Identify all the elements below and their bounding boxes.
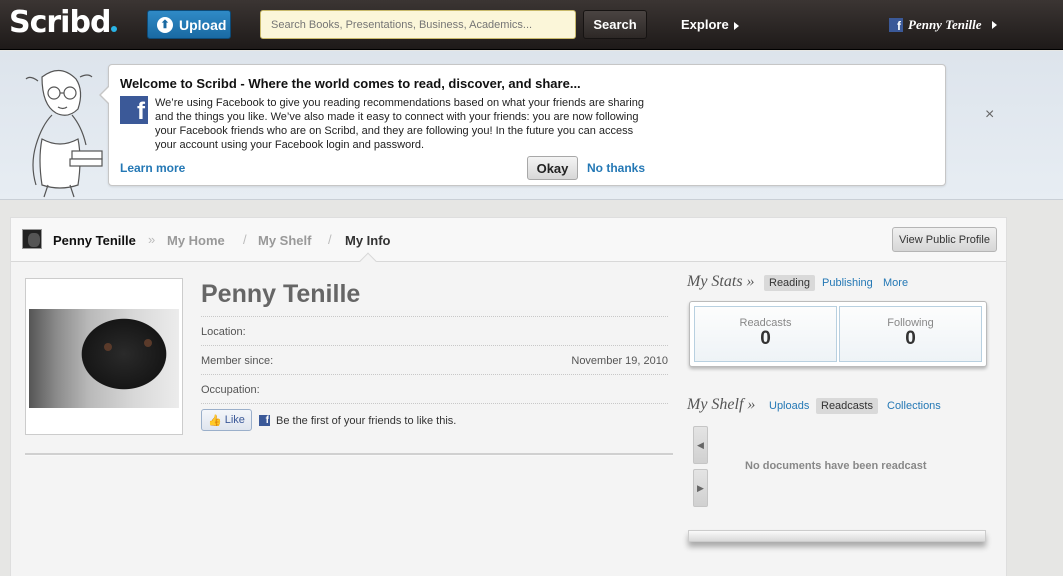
nav-separator: /: [243, 232, 247, 247]
logo-dot: [111, 26, 118, 32]
profile-nav: Penny Tenille » My Home / My Shelf / My …: [11, 218, 1006, 270]
nav-user-name[interactable]: Penny Tenille: [53, 233, 136, 248]
member-since-row: Member since: November 19, 2010: [201, 345, 668, 373]
search-input[interactable]: [260, 10, 576, 39]
stats-box: Readcasts 0 Following 0: [689, 301, 987, 367]
profile-photo[interactable]: [29, 309, 179, 408]
shelf-prev-button[interactable]: ◀: [693, 426, 708, 464]
stats-tab-reading[interactable]: Reading: [764, 275, 815, 291]
welcome-banner: Welcome to Scribd - Where the world come…: [0, 51, 1063, 200]
avatar[interactable]: [22, 229, 42, 249]
no-thanks-link[interactable]: No thanks: [587, 161, 645, 175]
facebook-icon: f: [259, 415, 270, 426]
scribd-logo[interactable]: Scribd: [9, 5, 118, 40]
mascot-illustration: [25, 69, 103, 198]
close-icon[interactable]: ×: [985, 106, 994, 124]
welcome-message-box: Welcome to Scribd - Where the world come…: [99, 64, 946, 186]
readcasts-stat[interactable]: Readcasts 0: [694, 306, 837, 362]
like-label: Like: [224, 414, 245, 426]
facebook-like-button[interactable]: 👍 Like: [201, 409, 252, 431]
member-since-label: Member since:: [201, 355, 274, 367]
empty-shelf-message: No documents have been readcast: [745, 460, 927, 472]
tab-my-shelf[interactable]: My Shelf: [258, 233, 311, 248]
okay-button[interactable]: Okay: [527, 156, 578, 180]
caret-right-icon: [991, 21, 997, 29]
shelf-next-button[interactable]: ▶: [693, 469, 708, 507]
occupation-label: Occupation:: [201, 384, 260, 396]
profile-panel: Penny Tenille » My Home / My Shelf / My …: [10, 217, 1007, 576]
breadcrumb-separator: »: [148, 232, 156, 247]
user-name: Penny Tenille: [908, 17, 982, 32]
shelf-tab-readcasts[interactable]: Readcasts: [816, 398, 878, 414]
stats-tab-more[interactable]: More: [878, 275, 913, 291]
shelf-board: [688, 530, 986, 542]
caret-right-icon: [733, 21, 739, 30]
nav-separator: /: [328, 232, 332, 247]
my-stats-heading[interactable]: My Stats »: [687, 273, 755, 291]
speech-tail: [99, 85, 110, 105]
readcasts-count: 0: [760, 328, 771, 349]
facebook-logo-icon: f: [120, 96, 148, 124]
like-social-text: Be the first of your friends to like thi…: [276, 415, 457, 427]
upload-button[interactable]: ⬆ Upload: [147, 10, 231, 39]
upload-arrow-icon: ⬆: [157, 16, 173, 33]
tab-my-home[interactable]: My Home: [167, 233, 225, 248]
explore-label: Explore: [681, 17, 729, 32]
section-divider: [25, 453, 673, 456]
view-public-profile-button[interactable]: View Public Profile: [892, 227, 997, 252]
top-bar: Scribd ⬆ Upload Search Explore f Penny T…: [0, 0, 1063, 50]
upload-label: Upload: [179, 16, 227, 33]
stats-tab-publishing[interactable]: Publishing: [817, 275, 878, 291]
welcome-title: Welcome to Scribd - Where the world come…: [120, 76, 581, 91]
facebook-icon: f: [889, 18, 903, 32]
thumbs-up-icon: 👍: [208, 414, 222, 427]
following-count: 0: [905, 328, 916, 349]
occupation-row: Occupation:: [201, 374, 668, 402]
user-menu[interactable]: f Penny Tenille: [889, 17, 997, 33]
explore-menu[interactable]: Explore: [681, 17, 739, 32]
shelf-tab-uploads[interactable]: Uploads: [764, 398, 814, 414]
active-tab-pointer: [359, 252, 377, 270]
welcome-body-text: We’re using Facebook to give you reading…: [155, 97, 644, 151]
logo-text: Scribd: [9, 5, 111, 40]
shelf-tab-collections[interactable]: Collections: [882, 398, 946, 414]
location-label: Location:: [201, 326, 246, 338]
tab-my-info[interactable]: My Info: [345, 233, 391, 248]
member-since-value: November 19, 2010: [571, 355, 668, 367]
my-shelf-heading[interactable]: My Shelf »: [687, 396, 755, 414]
info-divider: [201, 403, 668, 404]
following-stat[interactable]: Following 0: [839, 306, 982, 362]
learn-more-link[interactable]: Learn more: [120, 161, 185, 175]
profile-name: Penny Tenille: [201, 280, 361, 308]
search-button[interactable]: Search: [583, 10, 647, 39]
profile-photo-frame: [25, 278, 183, 435]
location-row: Location:: [201, 316, 668, 344]
